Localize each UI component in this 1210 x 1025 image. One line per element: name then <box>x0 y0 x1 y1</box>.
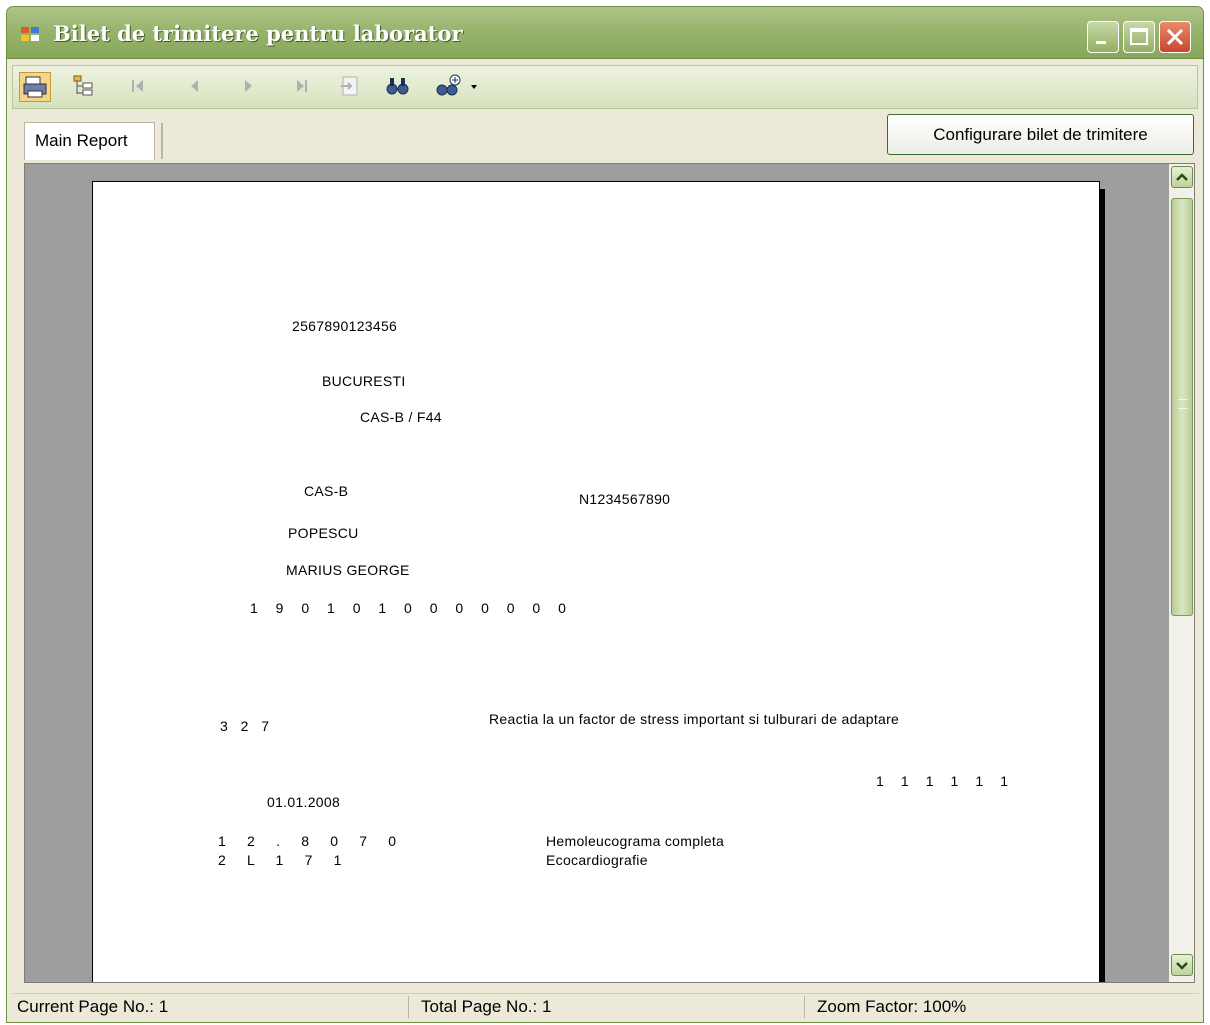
report-viewer: 2567890123456 BUCURESTI CAS-B / F44 CAS-… <box>24 163 1195 983</box>
maximize-icon <box>1130 28 1148 45</box>
close-icon <box>1166 28 1184 46</box>
tab-main-report[interactable]: Main Report <box>24 122 155 160</box>
title-bar[interactable]: Bilet de trimitere pentru laborator <box>7 7 1203 59</box>
status-separator <box>804 996 805 1018</box>
toggle-tree-icon <box>73 75 93 96</box>
previous-page-icon <box>191 80 198 92</box>
zoom-status: Zoom Factor: 100% <box>817 997 967 1016</box>
current-page-status: Current Page No.: 1 <box>17 997 169 1016</box>
last-page-button[interactable] <box>287 72 319 102</box>
cnp-spaced: 1 9 0 1 0 1 0 0 0 0 0 0 0 <box>250 600 573 616</box>
cnp-top: 2567890123456 <box>292 318 398 334</box>
analysis-name-2: Ecocardiografie <box>546 852 648 868</box>
diagnosis-text: Reactia la un factor de stress important… <box>489 711 900 727</box>
first-name: MARIUS GEORGE <box>286 562 410 578</box>
configure-ticket-button[interactable]: Configurare bilet de trimitere <box>887 114 1194 155</box>
city: BUCURESTI <box>322 373 406 389</box>
tab-divider <box>161 123 163 159</box>
ticket-date: 01.01.2008 <box>267 794 341 810</box>
chevron-down-icon <box>1176 962 1188 970</box>
maximize-button[interactable] <box>1123 21 1155 53</box>
last-page-icon <box>297 80 307 92</box>
window-title: Bilet de trimitere pentru laborator <box>53 21 463 46</box>
scroll-down-button[interactable] <box>1171 954 1193 976</box>
analysis-name-1: Hemoleucograma completa <box>546 833 725 849</box>
insurer: CAS-B <box>304 483 349 499</box>
find-button[interactable] <box>383 72 415 102</box>
analysis-code-1: 1 2 . 8 0 7 0 <box>218 833 397 849</box>
goto-page-icon <box>341 76 358 96</box>
toggle-tree-button[interactable] <box>69 72 101 102</box>
page-shadow <box>1100 189 1105 982</box>
previous-page-button[interactable] <box>179 72 211 102</box>
first-page-button[interactable] <box>123 72 155 102</box>
close-button[interactable] <box>1159 21 1191 53</box>
diagnosis-code: 3 2 7 <box>220 718 270 734</box>
vertical-scrollbar[interactable] <box>1169 164 1194 982</box>
goto-page-button[interactable] <box>335 72 367 102</box>
last-name: POPESCU <box>288 525 359 541</box>
report-toolbar <box>12 65 1198 109</box>
report-window: Bilet de trimitere pentru laborator Main… <box>6 6 1204 1023</box>
minimize-icon <box>1096 41 1106 44</box>
scroll-grip <box>1178 399 1188 409</box>
next-page-button[interactable] <box>233 72 265 102</box>
doc-number: N1234567890 <box>579 491 671 507</box>
scroll-up-button[interactable] <box>1171 166 1193 188</box>
zoom-icon <box>436 74 477 96</box>
checkbox-values: 1 1 1 1 1 1 <box>876 773 1009 789</box>
print-button[interactable] <box>19 72 51 102</box>
first-page-icon <box>132 80 143 92</box>
cas-code: CAS-B / F44 <box>360 409 442 425</box>
app-icon <box>21 27 39 41</box>
status-bar: Current Page No.: 1 Total Page No.: 1 Zo… <box>13 993 1199 1020</box>
report-page: 2567890123456 BUCURESTI CAS-B / F44 CAS-… <box>92 181 1100 982</box>
print-icon <box>23 76 47 98</box>
analysis-code-2: 2 L 1 7 1 <box>218 852 342 868</box>
zoom-button[interactable] <box>433 72 481 102</box>
status-separator <box>408 996 409 1018</box>
chevron-up-icon <box>1176 173 1188 181</box>
minimize-button[interactable] <box>1087 21 1119 53</box>
total-pages-status: Total Page No.: 1 <box>421 997 552 1016</box>
find-icon <box>386 78 409 95</box>
scroll-thumb[interactable] <box>1171 198 1193 616</box>
next-page-icon <box>245 80 252 92</box>
